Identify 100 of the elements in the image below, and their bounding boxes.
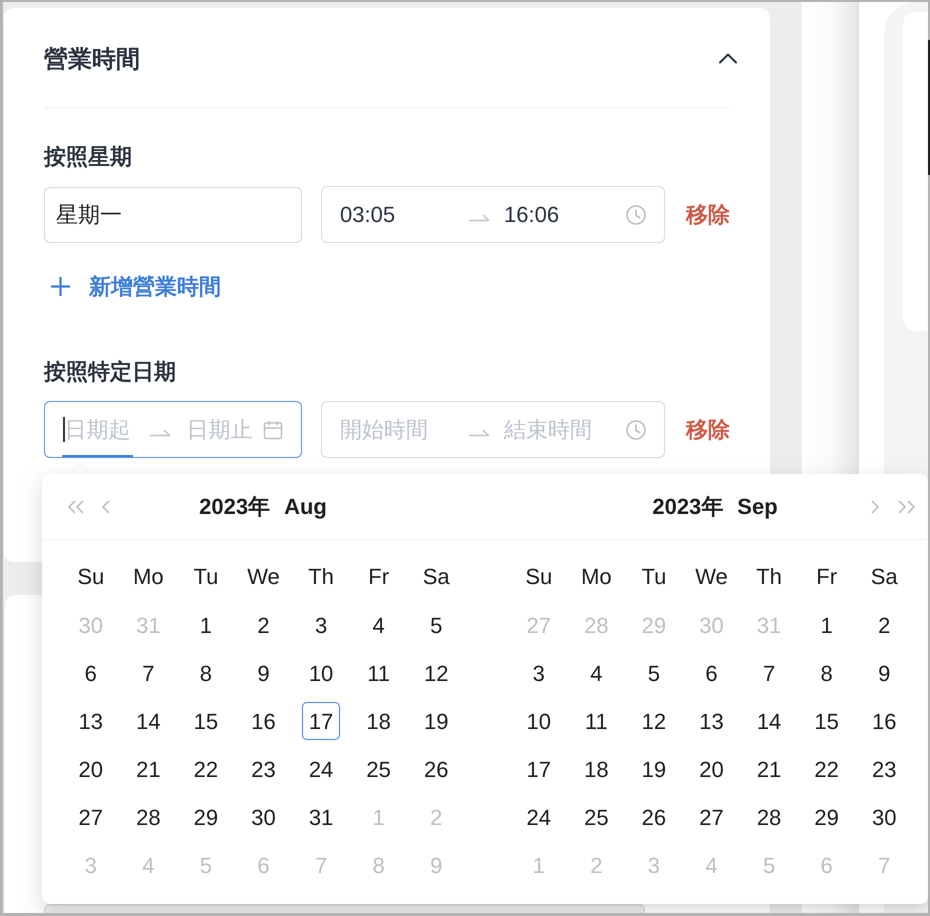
month-button[interactable]: Aug <box>284 492 327 522</box>
calendar-day[interactable]: 12 <box>417 654 456 692</box>
section-label: 按照星期 <box>44 143 133 171</box>
calendar-day[interactable]: 30 <box>865 798 904 836</box>
calendar-day[interactable]: 4 <box>360 606 398 644</box>
weekday-label: Fr <box>816 563 838 591</box>
text-cursor <box>63 417 64 442</box>
weekday-label: Tu <box>193 563 218 591</box>
plus-icon <box>50 276 71 296</box>
calendar-day[interactable]: 1 <box>808 606 846 644</box>
calendar-day[interactable]: 24 <box>520 798 558 836</box>
add-hours-button[interactable]: 新增營業時間 <box>50 272 221 300</box>
calendar-day[interactable]: 22 <box>186 750 225 788</box>
scrollbar-thumb[interactable] <box>928 40 930 175</box>
calendar-day[interactable]: 7 <box>750 654 788 692</box>
calendar-day[interactable]: 2 <box>865 606 904 644</box>
calendar-day[interactable]: 16 <box>865 702 904 740</box>
calendar-day[interactable]: 15 <box>808 702 846 740</box>
date-range-field[interactable]: 日期起 日期止 <box>44 401 302 458</box>
section-title: 營業時間 <box>44 44 140 74</box>
chevron-left-icon[interactable] <box>101 500 111 514</box>
calendar-day[interactable]: 14 <box>129 702 168 740</box>
weekday-label: We <box>695 563 728 591</box>
calendar-day[interactable]: 5 <box>634 654 673 692</box>
calendar-day[interactable]: 28 <box>750 798 788 836</box>
year-button[interactable]: 2023年 <box>199 492 270 522</box>
end-time-input[interactable]: 16:06 <box>504 200 626 230</box>
calendar-day[interactable]: 28 <box>129 798 168 836</box>
calendar-day[interactable]: 15 <box>186 702 225 740</box>
chevron-up-icon[interactable] <box>718 52 738 64</box>
calendar-day[interactable]: 10 <box>520 702 558 740</box>
calendar-day[interactable]: 6 <box>692 654 730 692</box>
time-range-field[interactable]: 03:05 16:06 <box>321 186 665 243</box>
calendar-day[interactable]: 18 <box>360 702 398 740</box>
calendar-day[interactable]: 19 <box>634 750 673 788</box>
calendar-day[interactable]: 9 <box>865 654 904 692</box>
end-time-input[interactable]: 結束時間 <box>504 414 626 444</box>
calendar-day[interactable]: 13 <box>692 702 730 740</box>
calendar-day[interactable]: 11 <box>360 654 398 692</box>
calendar-day[interactable]: 12 <box>634 702 673 740</box>
start-time-input[interactable]: 03:05 <box>340 200 468 230</box>
year-button[interactable]: 2023年 <box>652 492 724 522</box>
weekday-select[interactable]: 星期一 <box>44 186 302 242</box>
calendar-day[interactable]: 9 <box>244 654 282 692</box>
calendar-day[interactable]: 21 <box>129 750 168 788</box>
calendar-day[interactable]: 30 <box>244 798 282 836</box>
section-label: 按照特定日期 <box>44 358 177 386</box>
remove-button[interactable]: 移除 <box>686 414 730 444</box>
calendar-day[interactable]: 14 <box>750 702 788 740</box>
calendar-day[interactable]: 23 <box>244 750 282 788</box>
calendar-day[interactable]: 2 <box>244 606 282 644</box>
start-date-input[interactable]: 日期起 <box>64 414 148 444</box>
remove-button[interactable]: 移除 <box>686 200 730 230</box>
weekday-label: Th <box>308 563 334 591</box>
double-chevron-left-icon[interactable] <box>67 500 85 514</box>
double-chevron-right-icon[interactable] <box>897 500 917 514</box>
calendar-day[interactable]: 11 <box>577 702 616 740</box>
time-range-field[interactable]: 開始時間 結束時間 <box>321 401 665 458</box>
weekday-label: Tu <box>641 563 666 591</box>
weekday-label: Mo <box>133 563 164 591</box>
calendar-day[interactable]: 25 <box>360 750 398 788</box>
calendar-day[interactable]: 1 <box>186 606 225 644</box>
month-button[interactable]: Sep <box>737 492 778 522</box>
calendar-day[interactable]: 23 <box>865 750 904 788</box>
calendar-day[interactable]: 26 <box>634 798 673 836</box>
calendar-day[interactable]: 4 <box>577 654 616 692</box>
calendar-day[interactable]: 8 <box>808 654 846 692</box>
calendar-icon <box>263 420 283 440</box>
calendar-day[interactable]: 27 <box>692 798 730 836</box>
calendar-day[interactable]: 17 <box>520 750 558 788</box>
calendar-day[interactable]: 17 <box>302 702 340 740</box>
calendar-day[interactable]: 20 <box>72 750 110 788</box>
calendar-day[interactable]: 8 <box>186 654 225 692</box>
calendar-day[interactable]: 3 <box>302 606 340 644</box>
weekday-label: Su <box>525 563 552 591</box>
calendar-day[interactable]: 31 <box>302 798 340 836</box>
calendar-day[interactable]: 24 <box>302 750 340 788</box>
calendar-day[interactable]: 27 <box>72 798 110 836</box>
chevron-right-icon[interactable] <box>870 500 880 514</box>
calendar-day[interactable]: 26 <box>417 750 456 788</box>
calendar-day[interactable]: 25 <box>577 798 616 836</box>
calendar-day[interactable]: 6 <box>72 654 110 692</box>
calendar-day[interactable]: 7 <box>129 654 168 692</box>
calendar-day[interactable]: 20 <box>692 750 730 788</box>
calendar-day[interactable]: 18 <box>577 750 616 788</box>
calendar-day[interactable]: 21 <box>750 750 788 788</box>
weekday-label: We <box>247 563 280 591</box>
clock-icon <box>626 204 646 224</box>
start-time-input[interactable]: 開始時間 <box>340 414 468 444</box>
weekday-label: Su <box>77 563 104 591</box>
calendar-day[interactable]: 29 <box>808 798 846 836</box>
calendar-day[interactable]: 13 <box>72 702 110 740</box>
end-date-input[interactable]: 日期止 <box>186 414 263 444</box>
calendar-day[interactable]: 19 <box>417 702 456 740</box>
calendar-day[interactable]: 10 <box>302 654 340 692</box>
calendar-day[interactable]: 29 <box>186 798 225 836</box>
calendar-day[interactable]: 22 <box>808 750 846 788</box>
calendar-day[interactable]: 5 <box>417 606 456 644</box>
calendar-day[interactable]: 16 <box>244 702 282 740</box>
calendar-day[interactable]: 3 <box>520 654 558 692</box>
